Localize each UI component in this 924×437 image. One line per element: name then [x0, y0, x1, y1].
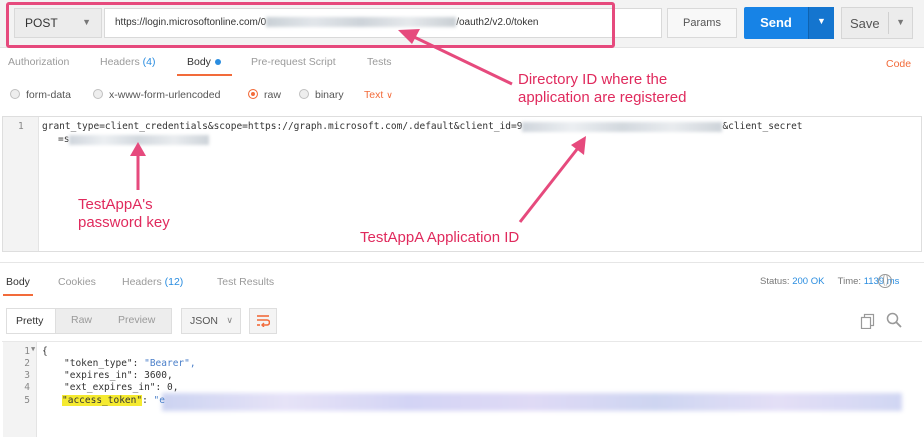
- annotation-arrows: [130, 29, 586, 223]
- arrow-password-key: [130, 142, 146, 190]
- arrow-directory-id: [398, 29, 513, 86]
- arrow-application-id: [518, 136, 586, 223]
